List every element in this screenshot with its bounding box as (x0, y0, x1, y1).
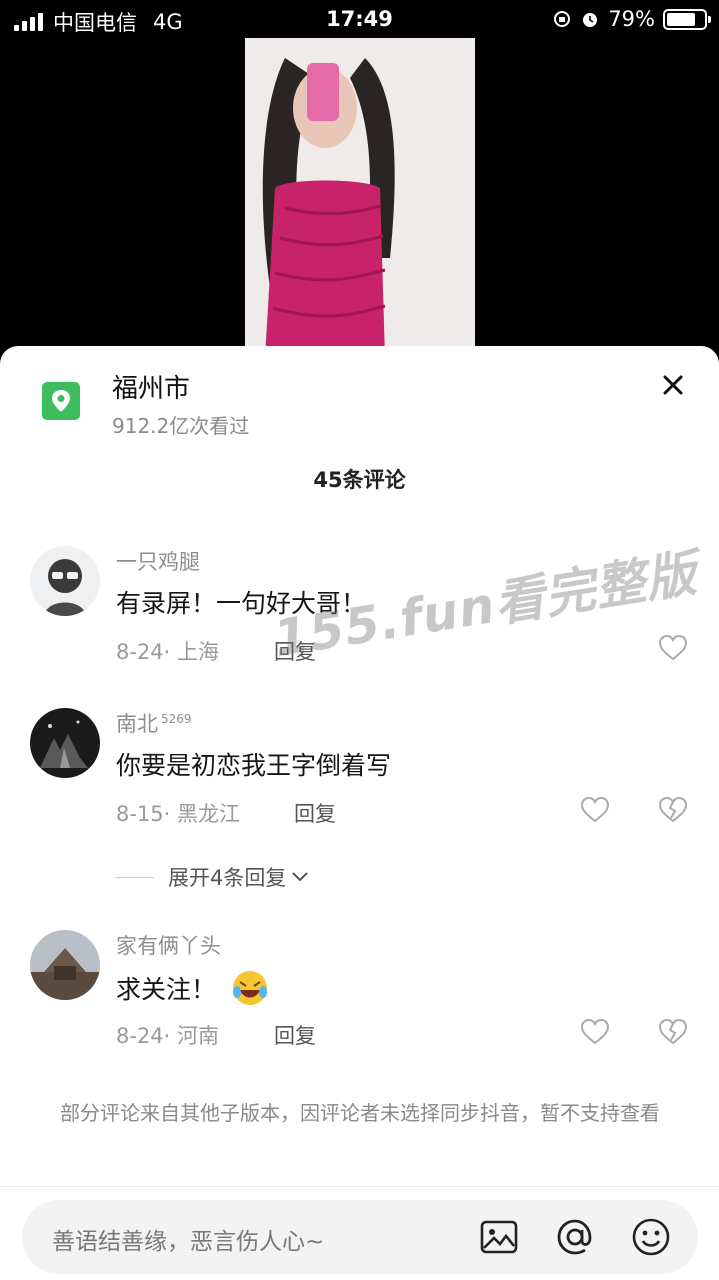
chevron-down-icon (292, 872, 309, 882)
comment-date: 8-24 (116, 640, 164, 664)
status-bar: 中国电信 4G 17:49 79% (0, 0, 719, 40)
user-badge: 5269 (161, 712, 192, 726)
expand-replies[interactable]: 展开4条回复 (116, 862, 310, 892)
comment-text-content: 你要是初恋我王字倒着写 (116, 751, 392, 780)
rotation-lock-icon (554, 11, 571, 27)
comment-meta: 8-24· 上海 (116, 640, 220, 664)
comment-meta: 8-24· 河南 (116, 1024, 220, 1048)
heart-icon[interactable] (580, 1018, 610, 1046)
location-title[interactable]: 福州市 (112, 368, 190, 405)
close-icon[interactable] (656, 368, 690, 402)
location-pin-icon (42, 382, 80, 420)
avatar[interactable] (30, 708, 100, 778)
comment-text: 求关注！ (116, 968, 270, 1008)
broken-heart-icon[interactable] (658, 1018, 688, 1046)
notice-text: 部分评论来自其他子版本，因评论者未选择同步抖音，暂不支持查看 (60, 1101, 660, 1125)
comment-region: 上海 (177, 640, 220, 664)
video-thumbnail[interactable] (245, 38, 475, 358)
mention-icon[interactable] (554, 1216, 596, 1258)
comment-region: 河南 (177, 1024, 220, 1048)
comment-text: 你要是初恋我王字倒着写 (116, 746, 391, 782)
comment-text-content: 求关注！ (116, 975, 217, 1004)
comment-input-placeholder: 善语结善缘，恶言伤人心~ (52, 1229, 325, 1255)
comment-username[interactable]: 家有俩丫头 (116, 930, 221, 960)
comment-region: 黑龙江 (177, 802, 241, 826)
heart-icon[interactable] (580, 796, 610, 824)
battery-percent: 79% (608, 7, 655, 31)
emoji-icon[interactable] (630, 1216, 672, 1258)
comment-input[interactable]: 善语结善缘，恶言伤人心~ (22, 1200, 698, 1274)
comment-count: 45条评论 (313, 468, 406, 492)
heart-icon[interactable] (658, 634, 688, 662)
expand-replies-label: 展开4条回复 (168, 866, 287, 890)
alarm-icon (583, 13, 598, 27)
comment-date: 8-24 (116, 1024, 164, 1048)
image-icon[interactable] (478, 1216, 520, 1258)
comment-username[interactable]: 南北 5269 (116, 708, 192, 738)
divider (0, 1186, 719, 1187)
comment-sheet: 福州市 912.2亿次看过 45条评论 一只鸡腿 有录屏！一句好大哥！ 8-24… (0, 346, 719, 1280)
battery-icon (663, 8, 711, 30)
comment-username[interactable]: 一只鸡腿 (116, 546, 200, 576)
comment-date: 8-15 (116, 802, 164, 826)
avatar[interactable] (30, 930, 100, 1000)
username-text: 南北 (116, 712, 158, 736)
reply-button[interactable]: 回复 (294, 798, 336, 828)
rolling-laugh-emoji-icon (233, 971, 268, 1005)
reply-button[interactable]: 回复 (274, 1020, 316, 1050)
avatar[interactable] (30, 546, 100, 616)
location-views: 912.2亿次看过 (112, 414, 250, 438)
broken-heart-icon[interactable] (658, 796, 688, 824)
divider-line (116, 876, 154, 878)
comment-meta: 8-15· 黑龙江 (116, 802, 241, 826)
